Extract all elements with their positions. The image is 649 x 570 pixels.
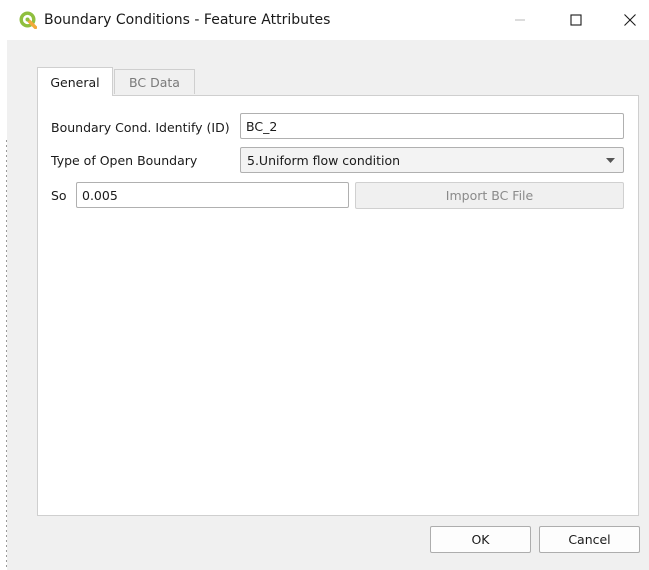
- ok-button[interactable]: OK: [430, 526, 531, 553]
- tab-bc-data[interactable]: BC Data: [114, 69, 195, 94]
- type-combobox[interactable]: 5.Uniform flow condition: [240, 147, 624, 173]
- cancel-label: Cancel: [568, 532, 611, 547]
- import-bc-file-label: Import BC File: [445, 188, 534, 203]
- close-icon: [624, 14, 636, 26]
- qgis-icon: [19, 11, 37, 29]
- chevron-down-icon: [606, 158, 615, 163]
- maximize-button[interactable]: [553, 0, 599, 40]
- minimize-icon: [515, 19, 525, 21]
- import-bc-file-button[interactable]: Import BC File: [355, 182, 624, 209]
- maximize-icon: [570, 14, 582, 26]
- so-label: So: [51, 188, 67, 203]
- id-label: Boundary Cond. Identify (ID): [51, 120, 230, 135]
- so-input-value: 0.005: [82, 187, 118, 203]
- tab-general-label: General: [50, 74, 100, 90]
- cancel-button[interactable]: Cancel: [539, 526, 640, 553]
- ok-label: OK: [471, 532, 490, 547]
- minimize-button[interactable]: [497, 0, 543, 40]
- tab-bc-data-label: BC Data: [129, 74, 180, 90]
- type-combobox-value: 5.Uniform flow condition: [247, 152, 401, 168]
- title-bar: Boundary Conditions - Feature Attributes: [7, 0, 649, 40]
- type-label: Type of Open Boundary: [51, 153, 198, 168]
- so-input[interactable]: 0.005: [76, 182, 349, 208]
- background-edge: [0, 0, 7, 570]
- close-button[interactable]: [607, 0, 649, 40]
- window-title: Boundary Conditions - Feature Attributes: [44, 12, 331, 28]
- dialog-window: Boundary Conditions - Feature Attributes…: [7, 0, 649, 570]
- id-input-value: BC_2: [246, 118, 278, 134]
- id-input[interactable]: BC_2: [240, 113, 624, 139]
- tab-general[interactable]: General: [37, 67, 113, 96]
